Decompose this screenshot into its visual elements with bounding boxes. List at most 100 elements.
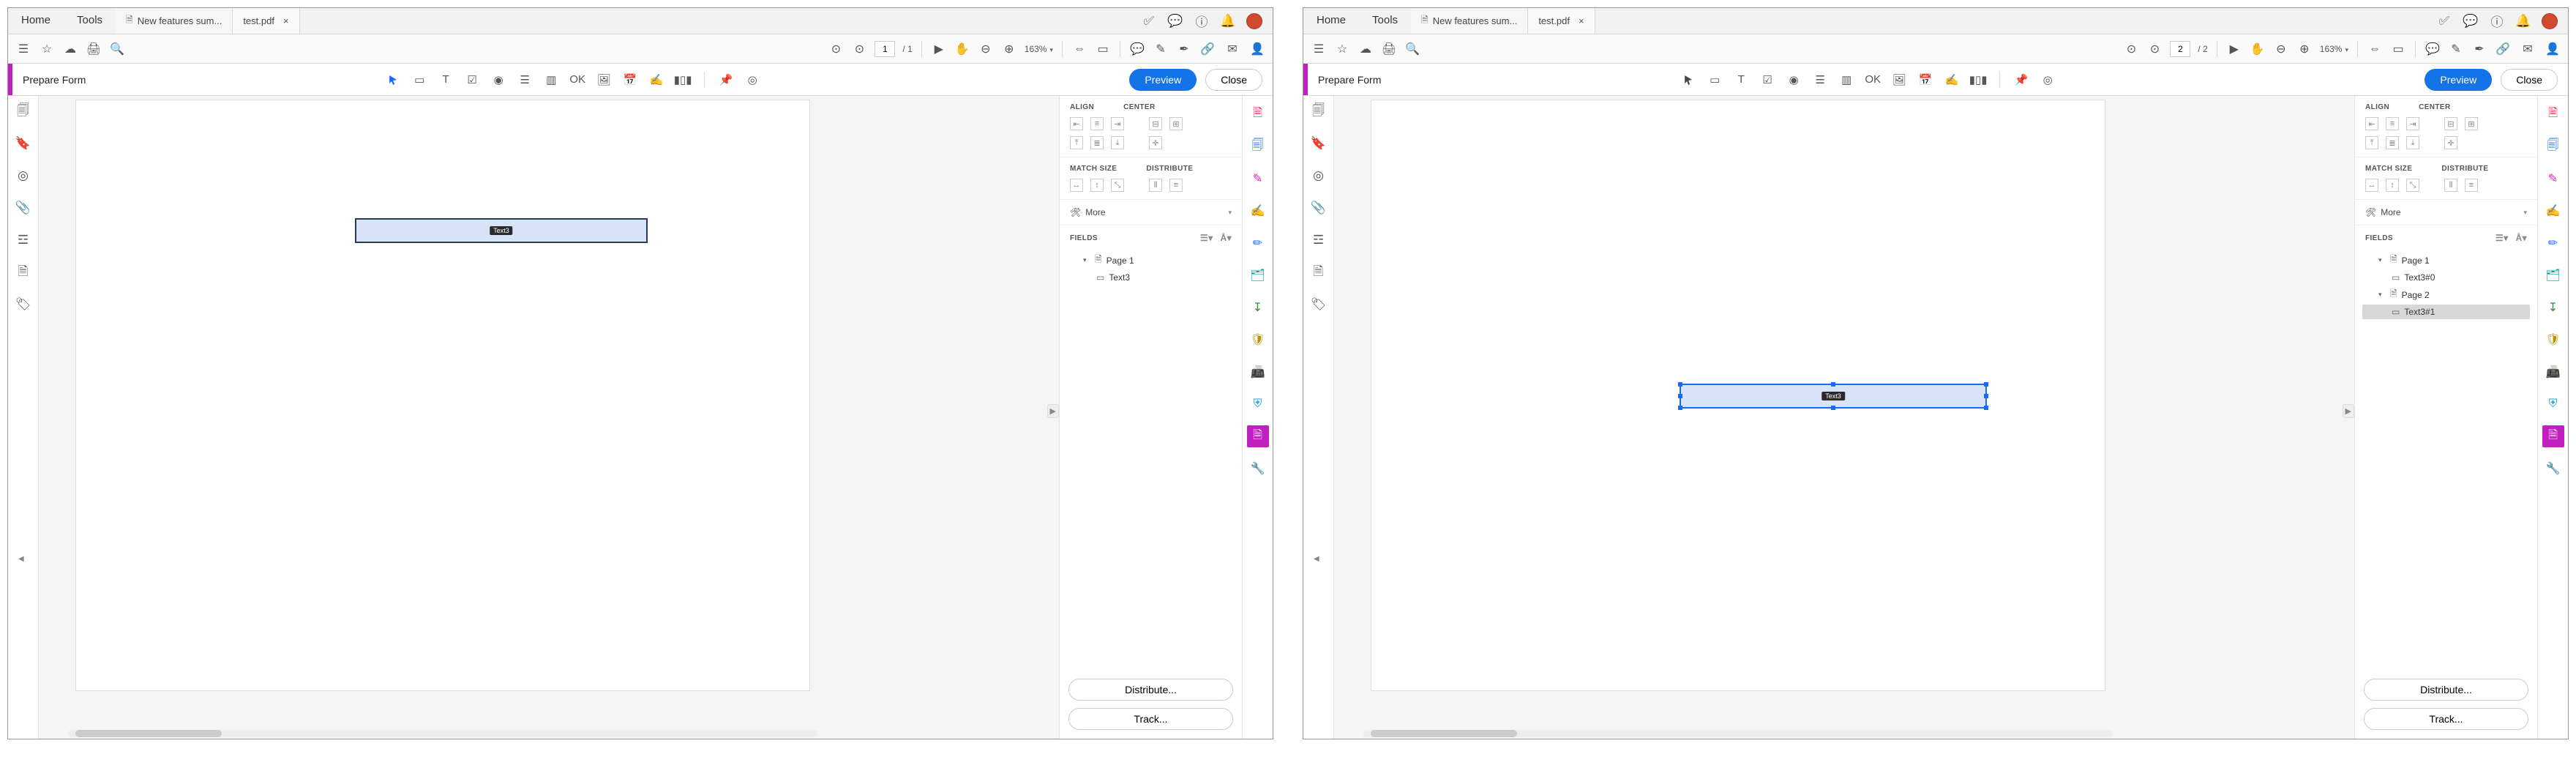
create-pdf-icon[interactable]: 🗎 [1247, 103, 1269, 125]
combine-icon[interactable]: 🗐 [2542, 135, 2564, 157]
more-tools-icon[interactable]: 🔧 [1247, 458, 1269, 480]
protect-icon[interactable]: 🛡 [1247, 329, 1269, 351]
thumbnails-icon[interactable]: 🗐 [1311, 103, 1327, 119]
pdf-page[interactable]: Text3 [1371, 100, 2105, 691]
dropdown-tool-icon[interactable]: ▥ [543, 72, 559, 88]
align-bottom-icon[interactable]: ⤓ [1111, 136, 1124, 149]
checkbox-tool-icon[interactable]: ☑ [1759, 72, 1775, 88]
comment-tool-icon[interactable]: ✏ [1247, 232, 1269, 254]
close-tab-icon[interactable]: × [1579, 15, 1584, 26]
match-height-icon[interactable]: ↕ [2386, 179, 2399, 192]
close-button[interactable]: Close [1205, 69, 1262, 91]
more-toggle[interactable]: 🛠 More ▾ [1060, 200, 1242, 225]
more-tools-icon[interactable]: 🔧 [2542, 458, 2564, 480]
nav-home[interactable]: Home [1303, 8, 1359, 34]
text-tool-icon[interactable]: T [1733, 72, 1749, 88]
cloud-upload-icon[interactable]: ☁ [1358, 41, 1374, 57]
share-icon[interactable]: 🔗 [1199, 41, 1216, 57]
tree-page-row[interactable]: ▾🗎Page 2 [2362, 285, 2530, 305]
zoom-in-icon[interactable]: ⊕ [2296, 41, 2313, 57]
distribute-button[interactable]: Distribute... [2364, 679, 2528, 701]
focus-icon[interactable]: ◎ [2040, 72, 2056, 88]
tag-icon[interactable]: 🏷 [15, 297, 31, 313]
image-field-icon[interactable]: 🖼 [596, 72, 612, 88]
scan-icon[interactable]: 📠 [2542, 361, 2564, 383]
align-middle-icon[interactable]: ≣ [1090, 136, 1104, 149]
twisty-icon[interactable]: ▾ [2378, 256, 2386, 264]
pin-icon[interactable]: 📌 [2013, 72, 2029, 88]
center-both-icon[interactable]: ✛ [1149, 136, 1162, 149]
barcode-field-icon[interactable]: ▮▯▮ [675, 72, 691, 88]
highlight-icon[interactable]: ✎ [2448, 41, 2464, 57]
fit-width-icon[interactable]: ⇔ [2367, 41, 2383, 57]
align-center-h-icon[interactable]: ≡ [2386, 117, 2399, 130]
checkbox-tool-icon[interactable]: ☑ [464, 72, 480, 88]
export-icon[interactable]: ↧ [1247, 297, 1269, 318]
signature-field-icon[interactable]: ✍ [1944, 72, 1960, 88]
close-tab-icon[interactable]: × [283, 15, 289, 26]
avatar[interactable] [1246, 13, 1262, 29]
organize-icon[interactable]: 🗂 [1247, 264, 1269, 286]
distribute-button[interactable]: Distribute... [1068, 679, 1233, 701]
fit-page-icon[interactable]: ▭ [2390, 41, 2406, 57]
select-tool-icon[interactable] [385, 72, 401, 88]
date-field-icon[interactable]: 📅 [622, 72, 638, 88]
canvas[interactable]: Text3 ▶ [39, 96, 1059, 739]
button-tool-icon[interactable]: OK [1865, 72, 1881, 88]
fit-width-icon[interactable]: ⇔ [1071, 41, 1087, 57]
sort-icon[interactable]: ☰▾ [2496, 233, 2509, 243]
account-icon[interactable]: 👤 [1249, 41, 1265, 57]
help-icon[interactable]: ⓘ [1194, 13, 1210, 29]
target-icon[interactable]: ◎ [1311, 168, 1327, 184]
doc-tab[interactable]: test.pdf × [1528, 8, 1595, 34]
distribute-h-icon[interactable]: ⫴ [2444, 179, 2457, 192]
panel-collapse-icon[interactable]: ▶ [2343, 404, 2354, 418]
center-h-icon[interactable]: ⊟ [2444, 117, 2457, 130]
list-tool-icon[interactable]: ☰ [517, 72, 533, 88]
match-both-icon[interactable]: ⤡ [2406, 179, 2419, 192]
radio-tool-icon[interactable]: ◉ [1786, 72, 1802, 88]
twisty-icon[interactable]: ▾ [2378, 291, 2386, 299]
prepare-form-tool-icon[interactable]: 🗎 [1247, 425, 1269, 447]
page-number-input[interactable] [875, 41, 895, 57]
check-circle-icon[interactable]: ✅︎ [2436, 13, 2452, 29]
bell-icon[interactable]: 🔔 [2515, 13, 2531, 29]
order-icon[interactable]: Å▾ [1221, 233, 1232, 243]
search-icon[interactable]: 🔍 [1404, 41, 1420, 57]
signature-field-icon[interactable]: ✍ [648, 72, 664, 88]
attachment-icon[interactable]: 📎 [15, 200, 31, 216]
distribute-v-icon[interactable]: ≡ [2465, 179, 2478, 192]
text-tool-icon[interactable]: T [438, 72, 454, 88]
text-field-icon[interactable]: ▭ [411, 72, 427, 88]
more-toggle[interactable]: 🛠 More ▾ [2355, 200, 2537, 225]
protect-icon[interactable]: 🛡 [2542, 329, 2564, 351]
rail-collapse-icon[interactable]: ◀ [18, 555, 24, 563]
check-circle-icon[interactable]: ✅︎ [1141, 13, 1157, 29]
center-v-icon[interactable]: ⊞ [2465, 117, 2478, 130]
star-icon[interactable]: ☆ [39, 41, 55, 57]
hand-icon[interactable]: ✋ [2250, 41, 2266, 57]
align-left-icon[interactable]: ⇤ [2365, 117, 2378, 130]
chat-icon[interactable]: 💬 [2463, 13, 2479, 29]
cloud-upload-icon[interactable]: ☁ [62, 41, 78, 57]
comment-icon[interactable]: 💬 [1129, 41, 1145, 57]
zoom-out-icon[interactable]: ⊖ [978, 41, 994, 57]
align-middle-icon[interactable]: ≣ [2386, 136, 2399, 149]
match-width-icon[interactable]: ↔ [1070, 179, 1083, 192]
image-field-icon[interactable]: 🖼 [1891, 72, 1907, 88]
page-down-icon[interactable]: ⊙ [2146, 41, 2163, 57]
export-icon[interactable]: ↧ [2542, 297, 2564, 318]
canvas[interactable]: Text3 ▶ [1334, 96, 2354, 739]
tree-page-row[interactable]: ▾🗎Page 1 [2362, 250, 2530, 270]
preview-button[interactable]: Preview [2425, 69, 2492, 91]
pdf-page[interactable]: Text3 [75, 100, 810, 691]
doc-tab[interactable]: 🗎 New features sum... [116, 8, 233, 34]
nav-tools[interactable]: Tools [64, 8, 116, 34]
sign-icon[interactable]: ✒ [1176, 41, 1192, 57]
edit-pdf-icon[interactable]: ✎ [1247, 168, 1269, 190]
fit-page-icon[interactable]: ▭ [1095, 41, 1111, 57]
barcode-field-icon[interactable]: ▮▯▮ [1970, 72, 1986, 88]
tree-field-row[interactable]: ▭Text3#1 [2362, 305, 2530, 319]
target-icon[interactable]: ◎ [15, 168, 31, 184]
align-center-h-icon[interactable]: ≡ [1090, 117, 1104, 130]
